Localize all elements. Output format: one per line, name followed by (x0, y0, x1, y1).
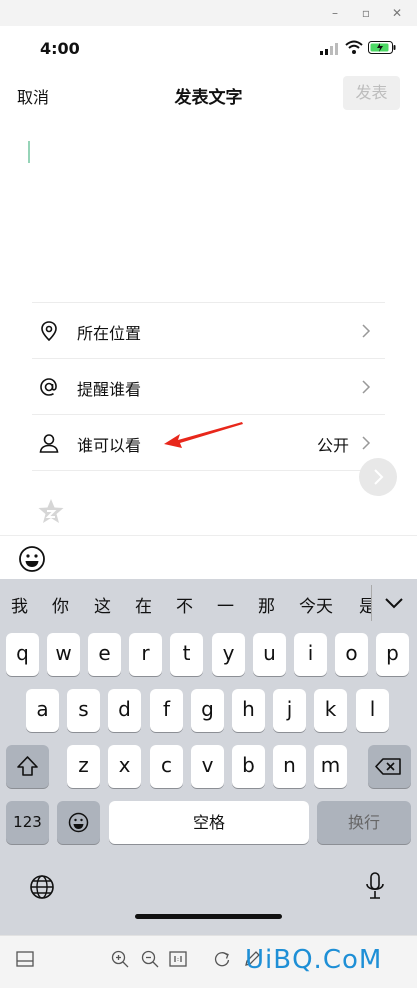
status-bar: 4:00 (0, 26, 417, 70)
option-remind[interactable]: 提醒谁看 (32, 358, 385, 414)
key-s[interactable]: s (67, 689, 100, 732)
key-h[interactable]: h (232, 689, 265, 732)
key-z[interactable]: z (67, 745, 100, 788)
key-l[interactable]: l (356, 689, 389, 732)
minimize-icon[interactable]: – (327, 5, 343, 21)
key-e[interactable]: e (88, 633, 121, 676)
numbers-key[interactable]: 123 (6, 801, 49, 844)
key-u[interactable]: u (253, 633, 286, 676)
candidate-item[interactable]: 不 (176, 592, 193, 617)
candidate-item[interactable]: 那 (258, 592, 275, 617)
key-a[interactable]: a (26, 689, 59, 732)
maximize-icon[interactable]: ▫ (358, 5, 374, 21)
location-pin-icon (41, 321, 57, 342)
home-indicator (135, 914, 282, 919)
layout-icon[interactable] (15, 949, 35, 969)
key-g[interactable]: g (191, 689, 224, 732)
candidate-item[interactable]: 一 (217, 592, 234, 617)
key-r[interactable]: r (129, 633, 162, 676)
backspace-key[interactable] (368, 745, 411, 788)
key-i[interactable]: i (294, 633, 327, 676)
candidate-item[interactable]: 我 (11, 592, 28, 617)
key-f[interactable]: f (150, 689, 183, 732)
key-v[interactable]: v (191, 745, 224, 788)
person-icon (39, 434, 59, 453)
key-w[interactable]: w (47, 633, 80, 676)
rotate-icon[interactable] (212, 949, 232, 969)
key-c[interactable]: c (150, 745, 183, 788)
actual-size-icon[interactable] (168, 949, 188, 969)
chevron-right-icon (362, 436, 371, 450)
key-q[interactable]: q (6, 633, 39, 676)
key-b[interactable]: b (232, 745, 265, 788)
key-k[interactable]: k (314, 689, 347, 732)
globe-icon[interactable] (27, 872, 57, 902)
watermark-text: UiBQ.CoM (245, 945, 383, 975)
shift-arrow-icon (17, 756, 38, 776)
option-label: 提醒谁看 (77, 380, 142, 399)
chevron-right-icon (362, 380, 371, 394)
emoji-icon[interactable] (18, 545, 46, 573)
star-badge-icon[interactable] (36, 497, 66, 527)
chevron-right-icon (374, 469, 384, 485)
chevron-down-icon[interactable] (372, 579, 417, 627)
backspace-icon (375, 758, 401, 775)
candidate-item[interactable]: 在 (135, 592, 152, 617)
publish-button[interactable]: 发表 (343, 76, 400, 110)
key-n[interactable]: n (273, 745, 306, 788)
candidate-item[interactable]: 今天 (299, 592, 333, 617)
key-p[interactable]: p (376, 633, 409, 676)
return-key[interactable]: 换行 (317, 801, 411, 844)
scroll-side-button[interactable] (359, 458, 397, 496)
at-sign-icon (40, 378, 57, 396)
close-icon[interactable]: ✕ (389, 5, 405, 21)
key-d[interactable]: d (108, 689, 141, 732)
chevron-right-icon (362, 324, 371, 338)
nav-bar: 取消 发表文字 发表 (0, 72, 417, 116)
key-m[interactable]: m (314, 745, 347, 788)
emoji-bar (0, 535, 417, 579)
shift-key[interactable] (6, 745, 49, 788)
candidate-item[interactable]: 这 (94, 592, 111, 617)
wifi-icon (345, 40, 363, 54)
signal-icon (320, 43, 338, 55)
option-location[interactable]: 所在位置 (32, 302, 385, 358)
option-divider (32, 470, 385, 471)
candidate-row: 我 你 这 在 不 一 那 今天 是 (0, 579, 417, 627)
battery-icon (368, 41, 396, 54)
zoom-out-icon[interactable] (140, 949, 160, 969)
candidate-item[interactable]: 你 (52, 592, 69, 617)
text-input-cursor[interactable] (28, 141, 30, 163)
status-time: 4:00 (40, 39, 80, 58)
key-t[interactable]: t (170, 633, 203, 676)
key-x[interactable]: x (108, 745, 141, 788)
microphone-icon[interactable] (363, 871, 387, 903)
option-label: 所在位置 (77, 324, 142, 343)
emoji-icon (68, 812, 89, 833)
space-key[interactable]: 空格 (109, 801, 309, 844)
candidate-item[interactable]: 是 (359, 592, 371, 617)
window-titlebar: – ▫ ✕ (0, 0, 417, 26)
keyboard: 我 你 这 在 不 一 那 今天 是 q w e r t y u i o p a… (0, 579, 417, 935)
zoom-in-icon[interactable] (110, 949, 130, 969)
key-o[interactable]: o (335, 633, 368, 676)
annotation-arrow-icon (164, 422, 243, 448)
option-label: 谁可以看 (77, 436, 142, 455)
emoji-key[interactable] (57, 801, 100, 844)
option-value: 公开 (316, 436, 349, 455)
key-y[interactable]: y (212, 633, 245, 676)
key-j[interactable]: j (273, 689, 306, 732)
